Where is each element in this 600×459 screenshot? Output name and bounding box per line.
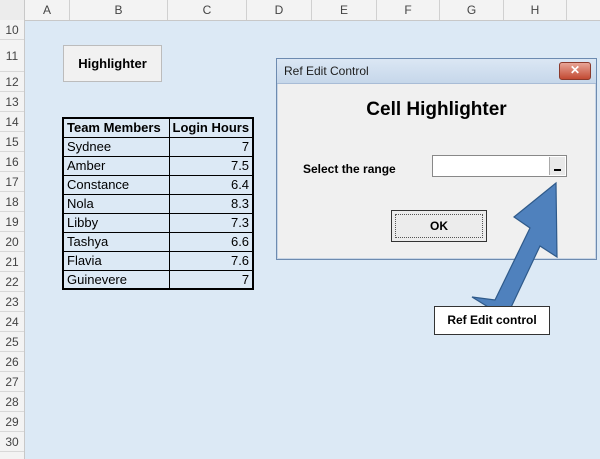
table-row: Libby 7.3 xyxy=(62,212,254,233)
row-header[interactable]: 10 xyxy=(0,20,24,40)
close-icon[interactable]: ✕ xyxy=(559,62,591,80)
select-all-corner[interactable] xyxy=(0,0,25,20)
column-header-b[interactable]: B xyxy=(70,0,168,20)
row-header[interactable]: 21 xyxy=(0,252,24,272)
ref-edit-dialog: Ref Edit Control ✕ Cell Highlighter Sele… xyxy=(276,58,597,260)
column-header-d[interactable]: D xyxy=(247,0,312,20)
row-header[interactable]: 19 xyxy=(0,212,24,232)
table-row: Flavia 7.6 xyxy=(62,250,254,271)
header-login-hours[interactable]: Login Hours xyxy=(168,117,254,138)
cell-hours[interactable]: 7.5 xyxy=(168,155,254,176)
cell-hours[interactable]: 7 xyxy=(168,136,254,157)
cell-hours[interactable]: 7.3 xyxy=(168,212,254,233)
cell-name[interactable]: Constance xyxy=(62,174,170,195)
dialog-title: Ref Edit Control xyxy=(284,64,369,78)
spreadsheet: A B C D E F G H 10 11 12 13 14 15 16 17 … xyxy=(0,0,600,459)
row-header[interactable]: 22 xyxy=(0,272,24,292)
highlighter-button[interactable]: Highlighter xyxy=(63,45,162,82)
row-header[interactable]: 20 xyxy=(0,232,24,252)
row-header[interactable]: 28 xyxy=(0,392,24,412)
table-header-row: Team Members Login Hours xyxy=(62,117,254,138)
cell-name[interactable]: Sydnee xyxy=(62,136,170,157)
table-row: Tashya 6.6 xyxy=(62,231,254,252)
row-header[interactable]: 29 xyxy=(0,412,24,432)
cell-hours[interactable]: 6.4 xyxy=(168,174,254,195)
row-header[interactable]: 13 xyxy=(0,92,24,112)
cell-name[interactable]: Libby xyxy=(62,212,170,233)
ref-edit-callout: Ref Edit control xyxy=(434,306,550,335)
table-row: Sydnee 7 xyxy=(62,136,254,157)
column-headers: A B C D E F G H xyxy=(0,0,600,21)
table-row: Constance 6.4 xyxy=(62,174,254,195)
row-header[interactable]: 12 xyxy=(0,72,24,92)
ref-edit-input[interactable] xyxy=(432,155,567,177)
cell-hours[interactable]: 8.3 xyxy=(168,193,254,214)
dialog-titlebar[interactable]: Ref Edit Control ✕ xyxy=(277,59,596,84)
dialog-heading: Cell Highlighter xyxy=(366,99,507,120)
cell-hours[interactable]: 6.6 xyxy=(168,231,254,252)
cell-name[interactable]: Guinevere xyxy=(62,269,170,290)
row-header[interactable]: 15 xyxy=(0,132,24,152)
collapse-dialog-icon xyxy=(554,169,561,171)
cell-name[interactable]: Amber xyxy=(62,155,170,176)
row-header[interactable]: 24 xyxy=(0,312,24,332)
range-picker-button[interactable] xyxy=(549,157,565,175)
header-team-members[interactable]: Team Members xyxy=(62,117,170,138)
cell-name[interactable]: Tashya xyxy=(62,231,170,252)
cell-hours[interactable]: 7 xyxy=(168,269,254,290)
column-header-a[interactable]: A xyxy=(25,0,70,20)
row-header[interactable]: 27 xyxy=(0,372,24,392)
row-header[interactable]: 17 xyxy=(0,172,24,192)
cell-name[interactable]: Flavia xyxy=(62,250,170,271)
row-header[interactable]: 25 xyxy=(0,332,24,352)
column-header-g[interactable]: G xyxy=(440,0,504,20)
ok-button[interactable]: OK xyxy=(391,210,487,242)
row-headers: 10 11 12 13 14 15 16 17 18 19 20 21 22 2… xyxy=(0,20,25,459)
row-header[interactable]: 11 xyxy=(0,40,24,72)
column-header-f[interactable]: F xyxy=(377,0,440,20)
table-row: Nola 8.3 xyxy=(62,193,254,214)
row-header[interactable]: 30 xyxy=(0,432,24,452)
table-row: Guinevere 7 xyxy=(62,269,254,290)
team-hours-table: Team Members Login Hours Sydnee 7 Amber … xyxy=(62,117,255,290)
table-row: Amber 7.5 xyxy=(62,155,254,176)
row-header[interactable]: 18 xyxy=(0,192,24,212)
column-header-c[interactable]: C xyxy=(168,0,247,20)
cell-hours[interactable]: 7.6 xyxy=(168,250,254,271)
row-header[interactable]: 16 xyxy=(0,152,24,172)
column-header-h[interactable]: H xyxy=(504,0,567,20)
row-header[interactable]: 26 xyxy=(0,352,24,372)
cell-name[interactable]: Nola xyxy=(62,193,170,214)
range-label: Select the range xyxy=(303,162,396,176)
row-header[interactable]: 14 xyxy=(0,112,24,132)
row-header[interactable]: 23 xyxy=(0,292,24,312)
column-header-e[interactable]: E xyxy=(312,0,377,20)
